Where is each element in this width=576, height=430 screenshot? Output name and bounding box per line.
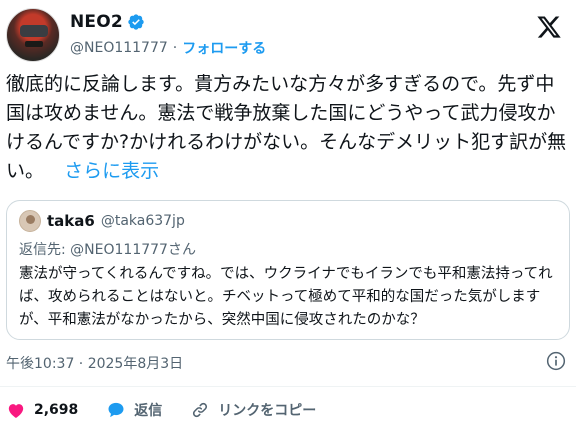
quoted-author-display-name[interactable]: taka6 — [47, 212, 95, 230]
author-name-row: NEO2 — [70, 10, 145, 34]
post-body: 徹底的に反論します。貴方みたいな方々が多すぎるので。先ず中国は攻めません。憲法で… — [6, 70, 572, 186]
likes-count: 2,698 — [34, 402, 79, 418]
quoted-post-header: taka6 @taka637jp — [19, 209, 185, 233]
divider — [0, 386, 576, 387]
copy-link-button[interactable]: リンクをコピー — [190, 400, 316, 420]
quoted-post-text: 憲法が守ってくれるんですね。では、ウクライナでもイランでも平和憲法持ってれば、攻… — [19, 266, 553, 328]
author-avatar[interactable] — [6, 8, 60, 62]
post-timestamp[interactable]: 午後10:37 · 2025年8月3日 — [6, 353, 183, 373]
info-icon[interactable] — [546, 351, 566, 371]
show-more-link[interactable]: さらに表示 — [64, 160, 159, 182]
author-handle-row: @NEO111777 · フォローする — [70, 38, 266, 58]
author-display-name[interactable]: NEO2 — [70, 12, 123, 32]
post-header: NEO2 @NEO111777 · フォローする — [6, 6, 570, 66]
reply-button[interactable]: 返信 — [106, 400, 162, 420]
avatar-visor-shape — [20, 25, 48, 37]
author-handle[interactable]: @NEO111777 — [70, 40, 168, 56]
verified-badge-icon — [128, 14, 144, 30]
heart-icon — [8, 404, 24, 418]
link-icon — [193, 402, 208, 418]
quoted-author-handle[interactable]: @taka637jp — [101, 213, 185, 229]
quoted-reply-to: 返信先: @NEO111777さん — [19, 242, 196, 258]
quoted-author-avatar[interactable] — [19, 210, 41, 232]
quoted-post[interactable]: taka6 @taka637jp 返信先: @NEO111777さん 憲法が守っ… — [6, 200, 570, 340]
x-logo-icon[interactable] — [536, 14, 562, 40]
reply-label: 返信 — [134, 403, 163, 419]
copy-link-label: リンクをコピー — [218, 403, 317, 419]
like-button[interactable]: 2,698 — [6, 400, 78, 420]
action-bar: 2,698 返信 リンクをコピー — [6, 398, 344, 422]
separator-dot: · — [172, 40, 178, 56]
follow-button[interactable]: フォローする — [182, 38, 266, 58]
avatar-mouth-shape — [25, 41, 43, 47]
reply-bubble-icon — [108, 402, 124, 418]
